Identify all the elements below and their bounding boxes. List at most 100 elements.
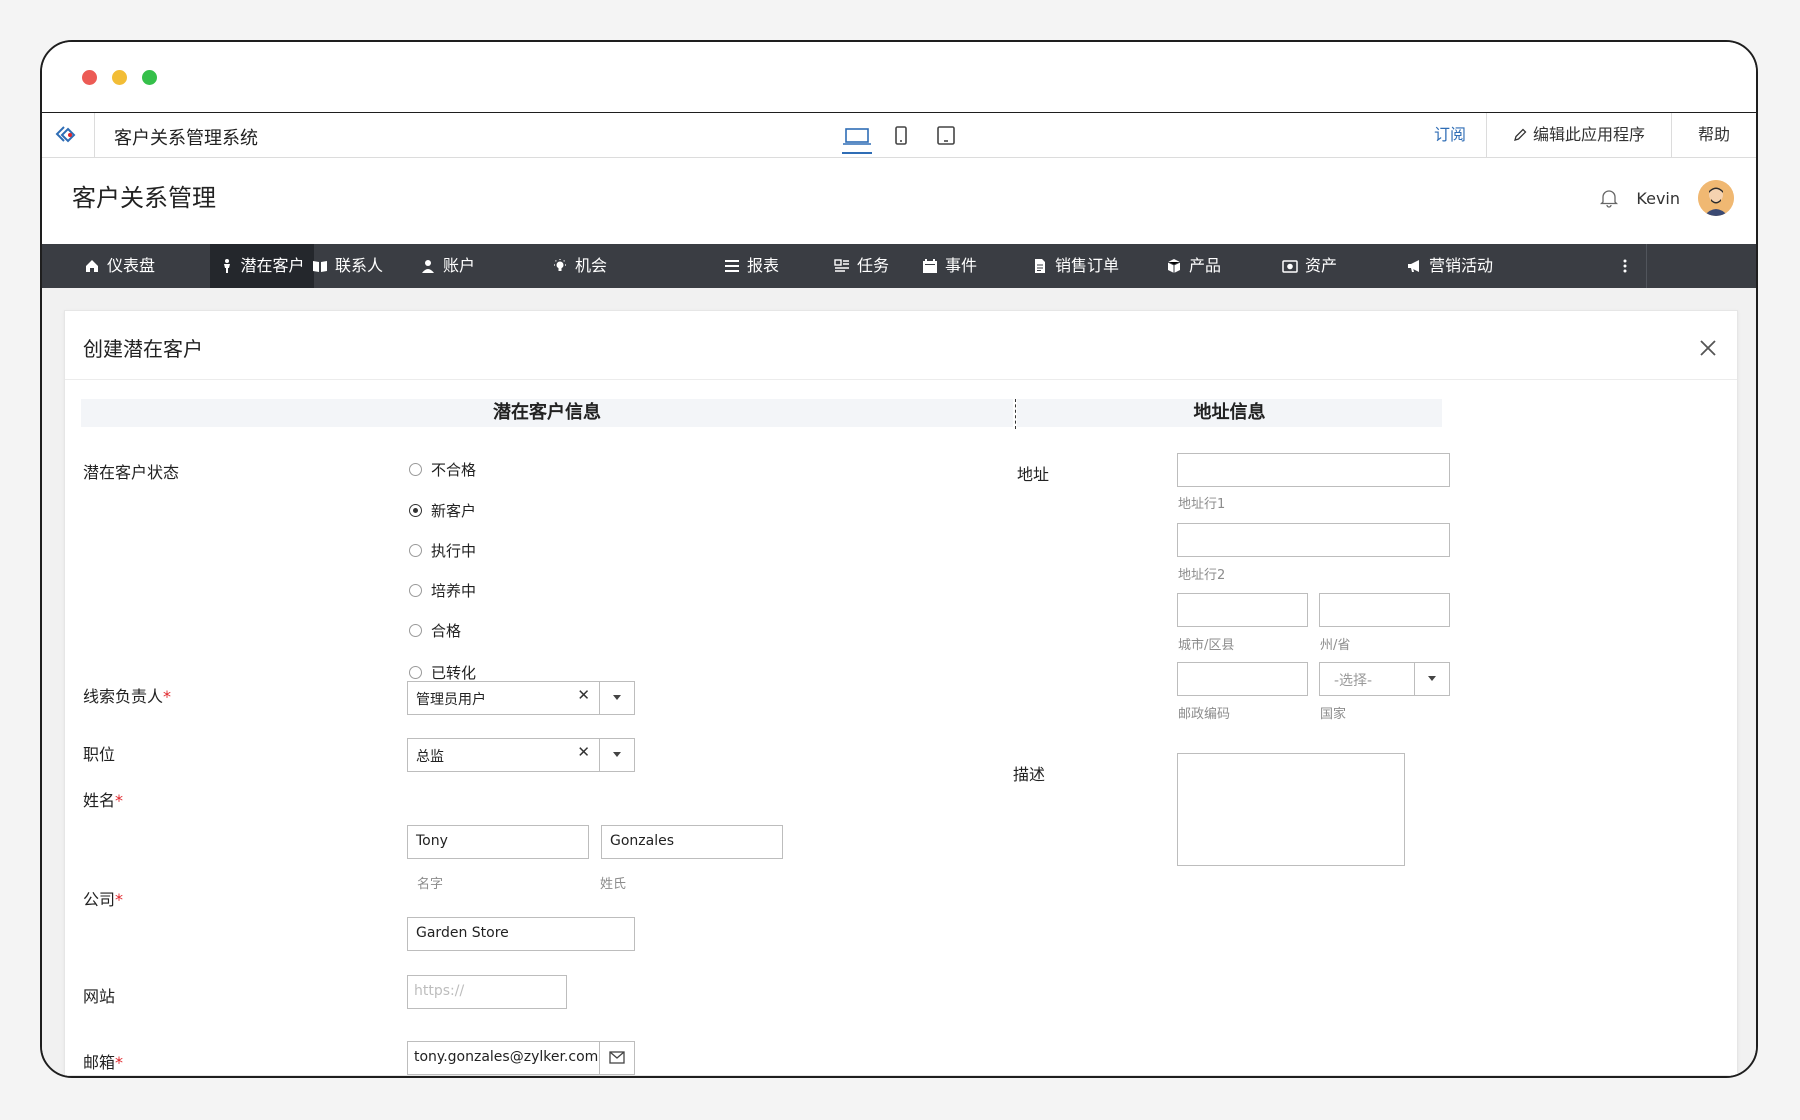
required-mark: * xyxy=(163,687,172,706)
required-mark: * xyxy=(115,890,124,909)
website-placeholder: https:// xyxy=(414,983,465,999)
radio-button[interactable] xyxy=(409,584,422,597)
user-area: Kevin xyxy=(1600,180,1734,216)
nav-item-11[interactable]: 营销活动 xyxy=(1406,244,1493,288)
state-input[interactable] xyxy=(1319,593,1450,627)
city-input[interactable] xyxy=(1177,593,1308,627)
subscribe-label: 订阅 xyxy=(1433,125,1466,144)
owner-select[interactable]: 管理员用户 ✕ xyxy=(407,681,635,715)
help-button[interactable]: 帮助 xyxy=(1670,113,1756,157)
chevron-down-icon[interactable] xyxy=(599,682,634,714)
header-divider xyxy=(65,379,1737,380)
app-window: 客户关系管理系统 订阅 编辑此应用程序 帮助 客户关系管理 Kevin 仪表盘 … xyxy=(40,40,1758,1078)
clear-icon[interactable]: ✕ xyxy=(577,743,590,761)
radio-button[interactable] xyxy=(409,666,422,679)
edit-app-button[interactable]: 编辑此应用程序 xyxy=(1485,113,1671,157)
chevron-down-icon[interactable] xyxy=(1414,663,1449,695)
nav-item-4[interactable]: 机会 xyxy=(552,244,607,288)
address-line2-input[interactable] xyxy=(1177,523,1450,557)
nav-label: 销售订单 xyxy=(1055,256,1120,275)
nav-label: 账户 xyxy=(443,256,476,275)
edit-app-label: 编辑此应用程序 xyxy=(1532,125,1645,144)
name-label: 姓名* xyxy=(83,787,123,811)
desktop-view-icon[interactable] xyxy=(842,123,872,155)
subscribe-link[interactable]: 订阅 xyxy=(1408,113,1486,157)
app-bar: 客户关系管理系统 订阅 编辑此应用程序 帮助 xyxy=(42,113,1756,158)
nav-label: 资产 xyxy=(1305,256,1338,275)
position-select[interactable]: 总监 ✕ xyxy=(407,738,635,772)
status-option[interactable]: 已转化 xyxy=(409,662,476,683)
close-icon[interactable] xyxy=(1699,339,1717,357)
status-option-label: 已转化 xyxy=(431,664,477,682)
nav-item-10[interactable]: 资产 xyxy=(1282,244,1337,288)
zip-input[interactable] xyxy=(1177,662,1308,696)
required-mark: * xyxy=(115,791,124,810)
avatar[interactable] xyxy=(1698,180,1734,216)
radio-button[interactable] xyxy=(409,504,422,517)
country-hint: 国家 xyxy=(1320,707,1347,722)
status-option[interactable]: 新客户 xyxy=(409,500,476,521)
company-input[interactable]: Garden Store xyxy=(407,917,635,951)
phone-view-icon[interactable] xyxy=(893,123,909,155)
nav-item-6[interactable]: 任务 xyxy=(834,244,889,288)
status-option[interactable]: 合格 xyxy=(409,620,461,641)
form-title: 创建潜在客户 xyxy=(83,337,203,361)
user-name[interactable]: Kevin xyxy=(1636,189,1680,208)
nav-item-9[interactable]: 产品 xyxy=(1166,244,1221,288)
tablet-view-icon[interactable] xyxy=(936,123,956,155)
document-icon xyxy=(1035,259,1045,273)
nav-item-2[interactable]: 联系人 xyxy=(312,244,383,288)
status-option[interactable]: 培养中 xyxy=(409,580,476,601)
radio-button[interactable] xyxy=(409,463,422,476)
owner-value: 管理员用户 xyxy=(416,692,486,708)
email-input[interactable]: tony.gonzales@zylker.com xyxy=(407,1041,635,1075)
position-value: 总监 xyxy=(416,749,444,765)
book-icon xyxy=(313,261,327,272)
window-titlebar xyxy=(42,42,1756,113)
bell-icon[interactable] xyxy=(1600,188,1619,208)
address-line2-hint: 地址行2 xyxy=(1178,568,1226,583)
country-placeholder: -选择- xyxy=(1334,673,1373,689)
page-title: 客户关系管理 xyxy=(72,184,216,212)
description-textarea[interactable] xyxy=(1177,753,1405,866)
main-nav: 仪表盘 潜在客户 联系人 账户 机会 报表 任务 事件 销售订单 产品 资产 营销活动 xyxy=(42,244,1756,288)
country-select[interactable]: -选择- xyxy=(1319,662,1450,696)
nav-item-5[interactable]: 报表 xyxy=(724,244,779,288)
close-window-button[interactable] xyxy=(82,70,97,85)
content-area: 创建潜在客户 潜在客户信息 地址信息 潜在客户状态 不合格 新客户 执行中 培养中 合格… xyxy=(42,288,1756,1076)
first-name-input[interactable]: Tony xyxy=(407,825,589,859)
nav-label: 报表 xyxy=(747,256,780,275)
mail-icon[interactable] xyxy=(599,1042,634,1074)
nav-item-3[interactable]: 账户 xyxy=(420,244,475,288)
nav-separator xyxy=(1646,244,1647,288)
radio-button[interactable] xyxy=(409,624,422,637)
nav-item-8[interactable]: 销售订单 xyxy=(1032,244,1119,288)
pencil-icon xyxy=(1514,128,1527,141)
company-label-text: 公司 xyxy=(83,890,116,909)
more-icon[interactable] xyxy=(1622,244,1628,288)
user-icon xyxy=(422,260,434,273)
nav-item-1[interactable]: 潜在客户 xyxy=(210,244,314,288)
box-icon xyxy=(1167,259,1181,273)
status-option-label: 新客户 xyxy=(431,502,477,520)
chevron-down-icon[interactable] xyxy=(599,739,634,771)
help-label: 帮助 xyxy=(1697,125,1730,144)
status-option[interactable]: 执行中 xyxy=(409,540,476,561)
nav-item-0[interactable]: 仪表盘 xyxy=(84,244,155,288)
nav-item-7[interactable]: 事件 xyxy=(922,244,977,288)
appbar-actions: 订阅 编辑此应用程序 帮助 xyxy=(1408,113,1756,157)
radio-button[interactable] xyxy=(409,544,422,557)
nav-label: 事件 xyxy=(945,256,978,275)
page-header: 客户关系管理 Kevin xyxy=(42,158,1756,244)
last-name-input[interactable]: Gonzales xyxy=(601,825,783,859)
minimize-window-button[interactable] xyxy=(112,70,127,85)
zip-hint: 邮政编码 xyxy=(1178,707,1231,722)
clear-icon[interactable]: ✕ xyxy=(577,686,590,704)
address-line1-input[interactable] xyxy=(1177,453,1450,487)
camera-icon xyxy=(1282,260,1298,273)
email-label: 邮箱* xyxy=(83,1049,123,1073)
app-logo-icon[interactable] xyxy=(42,113,95,157)
status-option[interactable]: 不合格 xyxy=(409,459,476,480)
maximize-window-button[interactable] xyxy=(142,70,157,85)
website-input[interactable]: https:// xyxy=(407,975,567,1009)
